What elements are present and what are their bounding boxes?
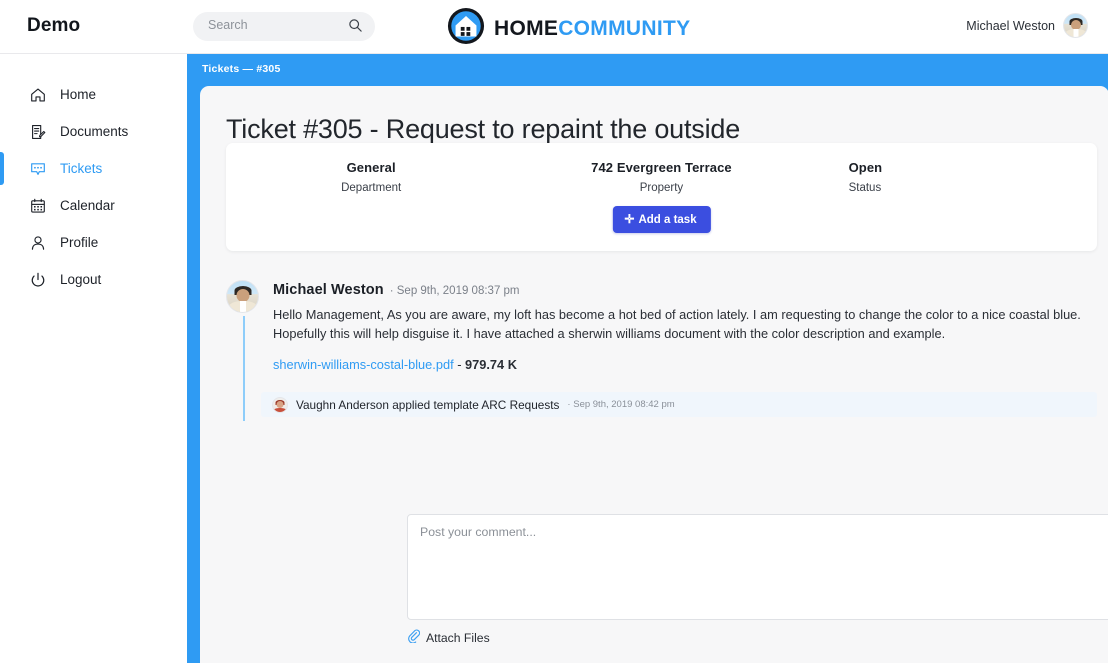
sidebar-item-label: Profile xyxy=(60,235,99,250)
user-name-label: Michael Weston xyxy=(966,18,1055,33)
chat-icon xyxy=(28,159,47,178)
comment-input-placeholder: Post your comment... xyxy=(420,525,537,539)
comment-input[interactable]: Post your comment... xyxy=(407,514,1108,620)
user-menu[interactable]: Michael Weston xyxy=(966,13,1088,38)
sidebar-item-label: Logout xyxy=(60,272,102,287)
avatar[interactable] xyxy=(226,280,259,313)
comment-body: Hello Management, As you are aware, my l… xyxy=(273,307,1081,341)
sidebar-item-home[interactable]: Home xyxy=(0,76,187,113)
attachment-link[interactable]: sherwin-williams-costal-blue.pdf xyxy=(273,357,454,372)
home-icon xyxy=(28,85,47,104)
content-area: Tickets — #305 Ticket #305 - Request to … xyxy=(187,54,1108,663)
comment-thread: Michael Weston Sep 9th, 2019 08:37 pm He… xyxy=(226,276,1097,421)
avatar[interactable] xyxy=(272,396,288,413)
search-icon xyxy=(348,18,363,38)
sidebar-item-label: Home xyxy=(60,87,97,102)
comment-timestamp: Sep 9th, 2019 08:37 pm xyxy=(390,285,520,297)
top-bar: Demo Search HOMECOMMUNITY Michael Weston xyxy=(0,0,1108,54)
status-badge: Open xyxy=(848,160,883,175)
add-task-label: Add a task xyxy=(638,214,697,226)
app-logo[interactable]: HOMECOMMUNITY xyxy=(447,7,690,50)
sidebar-item-calendar[interactable]: Calendar xyxy=(0,187,187,224)
sidebar-item-logout[interactable]: Logout xyxy=(0,261,187,298)
department-label: Department xyxy=(341,182,402,194)
active-indicator xyxy=(0,152,4,185)
sidebar: Home Documents Tickets Calendar Profile … xyxy=(0,54,187,663)
system-activity-text: Vaughn Anderson applied template ARC Req… xyxy=(296,397,560,412)
department-value: General xyxy=(346,160,396,175)
sidebar-item-tickets[interactable]: Tickets xyxy=(0,150,187,187)
brand-demo-label: Demo xyxy=(27,15,81,36)
sidebar-item-profile[interactable]: Profile xyxy=(0,224,187,261)
attach-files-label: Attach Files xyxy=(426,630,490,645)
attach-files-button[interactable]: Attach Files xyxy=(407,629,490,646)
ticket-info-columns: General Department 742 Evergreen Terrace… xyxy=(226,160,1097,194)
comment-attachment: sherwin-williams-costal-blue.pdf - 979.7… xyxy=(273,357,1097,372)
search-placeholder: Search xyxy=(208,18,248,32)
ticket-info-card: General Department 742 Evergreen Terrace… xyxy=(226,143,1097,251)
info-column-status: Open Status xyxy=(807,160,1097,194)
logo-text: HOMECOMMUNITY xyxy=(494,17,690,41)
breadcrumb[interactable]: Tickets — #305 xyxy=(202,63,281,75)
info-column-property: 742 Evergreen Terrace Property xyxy=(516,160,806,194)
document-icon xyxy=(28,122,47,141)
page-title: Ticket #305 - Request to repaint the out… xyxy=(226,114,741,144)
logo-word-home: HOME xyxy=(494,16,559,40)
composer-footer: Attach Files + Add CC xyxy=(407,629,1108,646)
power-icon xyxy=(28,270,47,289)
logo-word-community: COMMUNITY xyxy=(558,16,691,40)
system-activity-timestamp: Sep 9th, 2019 08:42 pm xyxy=(567,399,674,410)
property-label: Property xyxy=(639,182,684,194)
avatar[interactable] xyxy=(1063,13,1088,38)
system-activity-row: Vaughn Anderson applied template ARC Req… xyxy=(261,392,1097,418)
status-label: Status xyxy=(848,182,882,194)
attachment-separator: - xyxy=(453,357,466,373)
plus-icon: ✛ xyxy=(624,212,635,226)
app-root: Demo Search HOMECOMMUNITY Michael Weston… xyxy=(0,0,1108,663)
comment-item: Michael Weston Sep 9th, 2019 08:37 pm He… xyxy=(226,276,1097,372)
person-icon xyxy=(28,233,47,252)
paperclip-icon xyxy=(407,629,421,646)
sidebar-item-label: Tickets xyxy=(60,161,103,176)
property-value: 742 Evergreen Terrace xyxy=(591,160,732,175)
comment-header: Michael Weston Sep 9th, 2019 08:37 pm xyxy=(273,276,1097,298)
sidebar-item-label: Documents xyxy=(60,124,129,139)
calendar-icon xyxy=(28,196,47,215)
home-community-logo-icon xyxy=(447,7,485,50)
add-task-button[interactable]: ✛ Add a task xyxy=(612,206,711,233)
sidebar-item-label: Calendar xyxy=(60,198,115,213)
comment-author: Michael Weston xyxy=(273,282,384,298)
info-column-department: General Department xyxy=(226,160,516,194)
attachment-size: 979.74 K xyxy=(465,357,517,373)
sidebar-item-documents[interactable]: Documents xyxy=(0,113,187,150)
search-input[interactable]: Search xyxy=(193,12,375,41)
